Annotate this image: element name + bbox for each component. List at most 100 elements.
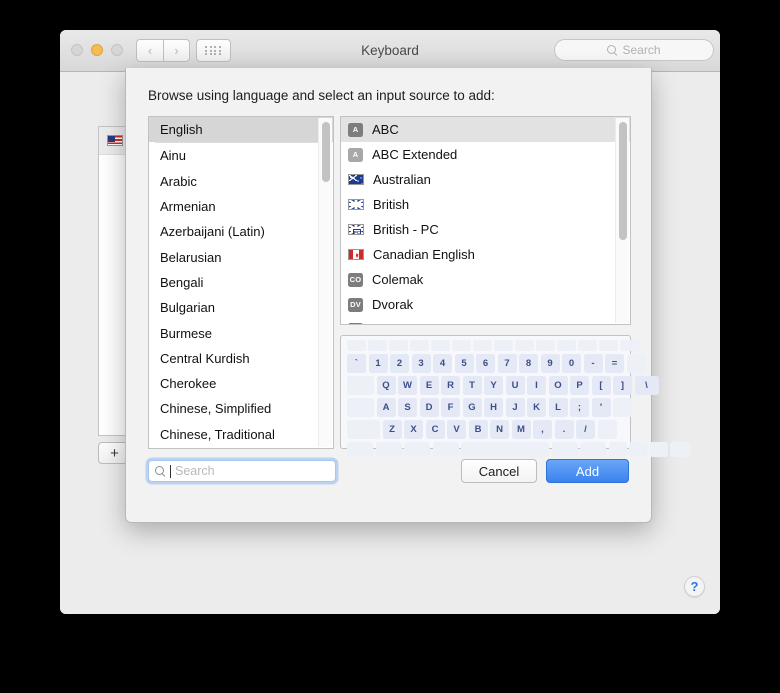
keyboard-key: K	[527, 397, 546, 417]
keyboard-key	[580, 441, 606, 457]
keyboard-key	[347, 441, 373, 457]
keyboard-key: ;	[570, 397, 589, 417]
scrollbar-thumb[interactable]	[619, 122, 627, 240]
keyboard-key	[347, 340, 366, 351]
keyboard-key: D	[419, 397, 439, 417]
input-source-list-scrollbar[interactable]	[615, 118, 629, 323]
keyboard-key	[347, 419, 380, 439]
input-source-item-label: ABC	[372, 122, 399, 137]
input-source-item[interactable]: A ABC Extended	[341, 142, 630, 167]
keyboard-key: 5	[454, 353, 474, 373]
keyboard-key: A	[376, 397, 396, 417]
keyboard-key: G	[462, 397, 482, 417]
scrollbar-thumb[interactable]	[322, 122, 330, 182]
flag-icon-wrap: PC	[348, 224, 364, 235]
keyboard-key: O	[548, 375, 568, 395]
keyboard-key	[389, 340, 408, 351]
keyboard-badge-icon: DV	[348, 297, 363, 312]
gb-flag-icon	[348, 199, 364, 210]
input-source-item-label: ABC Extended	[372, 147, 458, 162]
keyboard-key: 9	[540, 353, 560, 373]
keyboard-row	[344, 441, 690, 457]
language-list-item[interactable]: Cherokee	[149, 371, 333, 396]
language-list-item[interactable]: Central Kurdish	[149, 346, 333, 371]
keyboard-key: /	[576, 419, 595, 439]
keyboard-key	[629, 441, 647, 457]
language-list-item[interactable]: Burmese	[149, 320, 333, 345]
keyboard-key: V	[447, 419, 466, 439]
keyboard-key: 4	[433, 353, 452, 373]
input-source-item-label: British - PC	[373, 222, 439, 237]
language-list-item-label: English	[160, 122, 203, 138]
keyboard-key	[347, 397, 374, 417]
keyboard-row	[344, 340, 639, 351]
language-list-item[interactable]: Chinese, Traditional	[149, 422, 333, 447]
language-list-item[interactable]: Azerbaijani (Latin)	[149, 219, 333, 244]
search-input[interactable]: Search	[148, 460, 336, 482]
toolbar-search-placeholder: Search	[622, 43, 661, 57]
keyboard-badge-icon: A	[348, 122, 363, 137]
language-list-item[interactable]: Bulgarian	[149, 295, 333, 320]
input-source-item[interactable]: DV Dvorak	[341, 292, 630, 317]
language-list-item-label: Arabic	[160, 173, 197, 189]
search-placeholder: Search	[175, 464, 215, 478]
keyboard-key: 2	[390, 353, 409, 373]
keyboard-key: \	[634, 375, 659, 395]
language-list-item-label: Bengali	[160, 274, 204, 290]
language-list-rows[interactable]: English Ainu Arabic Armenian Azerbaijani (La…	[149, 117, 333, 448]
language-list-item[interactable]: Chinese, Simplified	[149, 396, 333, 421]
keyboard-key: N	[490, 419, 509, 439]
keyboard-key: F	[441, 397, 460, 417]
input-source-item[interactable]: CO Colemak	[341, 267, 630, 292]
keyboard-key	[347, 375, 374, 395]
keyboard-row: Q W E R T Y U I O P[] \	[344, 375, 659, 395]
keyboard-key: 3	[411, 353, 431, 373]
add-button[interactable]: Add	[546, 459, 629, 483]
toolbar-search-field[interactable]: Search	[554, 39, 714, 61]
keyboard-row: Z X C V B N M,. /	[344, 419, 627, 439]
maple-leaf-icon	[355, 252, 359, 259]
search-icon	[155, 466, 165, 476]
keyboard-key: P	[570, 375, 589, 395]
language-list-item-label: Armenian	[160, 199, 216, 215]
input-source-item[interactable]: PC British - PC	[341, 217, 630, 242]
input-source-item[interactable]: Australian	[341, 167, 630, 192]
help-button[interactable]: ?	[684, 576, 705, 597]
keyboard-key	[515, 340, 534, 351]
language-list-item[interactable]: Ainu	[149, 143, 333, 168]
language-list-item[interactable]: Bengali	[149, 270, 333, 295]
us-flag-icon	[107, 135, 123, 146]
language-list-item[interactable]: Armenian	[149, 194, 333, 219]
language-list[interactable]: English Ainu Arabic Armenian Azerbaijani (La…	[148, 116, 334, 449]
language-list-item-label: Belarusian	[160, 249, 222, 265]
keyboard-key	[368, 340, 387, 351]
keyboard-key	[452, 340, 471, 351]
keyboard-key: L	[548, 397, 568, 417]
language-list-item[interactable]: English	[149, 117, 333, 143]
input-source-list-rows[interactable]: A ABC A ABC Extended Australian British PC Brit…	[341, 117, 630, 324]
flag-icon-wrap	[348, 199, 364, 210]
input-source-list[interactable]: A ABC A ABC Extended Australian British PC Brit…	[340, 116, 631, 325]
language-list-item[interactable]: Arabic	[149, 169, 333, 194]
keyboard-key: W	[398, 375, 417, 395]
input-source-item[interactable]	[341, 317, 630, 324]
language-list-item-label: Chinese, Traditional	[160, 426, 275, 442]
input-source-item-label: Canadian English	[373, 247, 475, 262]
keyboard-key	[410, 340, 429, 351]
input-source-item[interactable]: A ABC	[341, 117, 630, 142]
keyboard-key: S	[398, 397, 417, 417]
keyboard-key	[536, 340, 555, 351]
language-list-item-label: Burmese	[160, 325, 213, 341]
input-source-item[interactable]: Canadian English	[341, 242, 630, 267]
input-source-item-label: British	[373, 197, 410, 212]
sheet-title: Browse using language and select an inpu…	[148, 88, 495, 103]
keyboard-key: R	[441, 375, 460, 395]
keyboard-key	[404, 441, 430, 457]
language-list-item[interactable]: Belarusian	[149, 244, 333, 269]
language-list-scrollbar[interactable]	[318, 118, 332, 447]
input-source-item[interactable]: British	[341, 192, 630, 217]
keyboard-key	[670, 441, 690, 457]
keyboard-key: 1	[368, 353, 388, 373]
cancel-button[interactable]: Cancel	[461, 459, 537, 483]
panel-bottom-bar: ?	[60, 546, 720, 614]
